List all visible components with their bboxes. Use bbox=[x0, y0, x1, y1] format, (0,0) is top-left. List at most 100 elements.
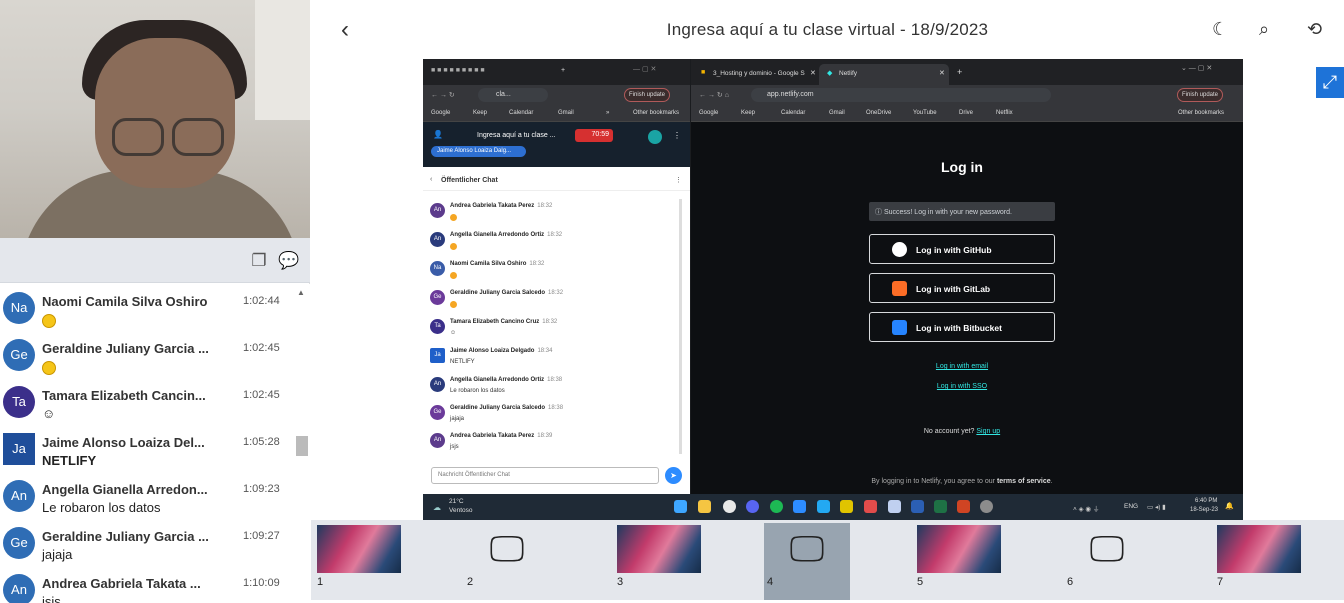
signup-link[interactable]: Sign up bbox=[976, 428, 1000, 435]
new-tab-icon-2[interactable]: + bbox=[957, 67, 962, 77]
login-gitlab-button[interactable]: Log in with GitLab bbox=[869, 273, 1055, 303]
chrome-icon[interactable] bbox=[723, 500, 736, 513]
message-time: 1:05:28 bbox=[243, 436, 280, 448]
rbookmark-google[interactable]: Google bbox=[699, 110, 718, 116]
tab-netlify[interactable]: ◆ Netlify ✕ bbox=[819, 64, 949, 85]
word-icon[interactable] bbox=[911, 500, 924, 513]
app-icon-light[interactable] bbox=[888, 500, 901, 513]
bookmark-gmail[interactable]: Gmail bbox=[558, 110, 574, 116]
spotify-icon[interactable] bbox=[770, 500, 783, 513]
windows-start-icon[interactable] bbox=[674, 500, 687, 513]
terms-note: By logging in to Netlify, you agree to o… bbox=[691, 478, 1233, 485]
login-sso-link[interactable]: Log in with SSO bbox=[691, 383, 1233, 390]
file-explorer-icon[interactable] bbox=[698, 500, 711, 513]
chat-back-icon[interactable]: ‹ bbox=[430, 176, 432, 183]
nav-arrows-icon[interactable]: ← → ↻ bbox=[431, 91, 455, 99]
scroll-up-arrow-icon[interactable]: ▲ bbox=[297, 288, 305, 297]
right-address-text: app.netlify.com bbox=[767, 91, 814, 98]
message-time: 1:09:27 bbox=[243, 530, 280, 542]
rbookmark-keep[interactable]: Keep bbox=[741, 110, 755, 116]
bookmark-more[interactable]: » bbox=[606, 110, 609, 116]
recording-badge[interactable]: 70:59 bbox=[575, 129, 613, 142]
search-icon[interactable]: ⌕ bbox=[1259, 19, 1269, 40]
terms-prefix: By logging in to Netlify, you agree to o… bbox=[871, 478, 995, 485]
tab-hosting[interactable]: ■ 3_Hosting y dominio - Google S ✕ bbox=[697, 64, 817, 85]
slide-thumbnail[interactable]: 🖵 4 bbox=[764, 523, 850, 600]
participants-icon[interactable]: 👤 bbox=[433, 130, 443, 139]
avatar: Ge bbox=[3, 527, 35, 559]
thumbnail-number: 7 bbox=[1217, 576, 1224, 588]
bookmark-calendar[interactable]: Calendar bbox=[509, 110, 533, 116]
bookmark-other[interactable]: Other bookmarks bbox=[633, 110, 679, 116]
zoom-chat-input[interactable]: Nachricht Öffentlicher Chat bbox=[431, 467, 659, 484]
zoom-author-name: Andrea Gabriela Takata Perez bbox=[450, 433, 535, 439]
excel-icon[interactable] bbox=[934, 500, 947, 513]
top-bar: ‹ Ingresa aquí a tu clase virtual - 18/9… bbox=[311, 0, 1344, 60]
chat-bubbles-icon[interactable]: 💬 bbox=[278, 250, 300, 272]
rbookmark-onedrive[interactable]: OneDrive bbox=[866, 110, 891, 116]
zoom-avatar: An bbox=[430, 377, 445, 392]
zoom-message-text bbox=[450, 301, 457, 310]
login-bitbucket-button[interactable]: Log in with Bitbucket bbox=[869, 312, 1055, 342]
login-github-button[interactable]: Log in with GitHub bbox=[869, 234, 1055, 264]
right-url-row: ← → ↻ ⌂ app.netlify.com Finish update bbox=[691, 85, 1243, 106]
app-icon-yellow[interactable] bbox=[840, 500, 853, 513]
acrobat-icon[interactable] bbox=[864, 500, 877, 513]
zoom-author-name: Naomi Camila Silva Oshiro bbox=[450, 261, 527, 267]
rbookmark-gmail[interactable]: Gmail bbox=[829, 110, 845, 116]
avatar: Ja bbox=[3, 433, 35, 465]
slide-thumbnail[interactable]: 7 bbox=[1214, 523, 1301, 594]
copy-icon[interactable]: ❐ bbox=[248, 250, 270, 272]
slide-thumbnail[interactable]: 1 bbox=[314, 523, 401, 594]
rotate-icon[interactable]: ⟲ bbox=[1307, 19, 1322, 40]
tab-close-icon[interactable]: ✕ bbox=[810, 69, 816, 77]
zoom-author-name: Angella Gianella Arredondo Ortiz bbox=[450, 232, 545, 238]
terms-link[interactable]: terms of service bbox=[997, 478, 1051, 485]
chat-scrollbar-thumb[interactable] bbox=[296, 436, 308, 456]
rbookmark-calendar[interactable]: Calendar bbox=[781, 110, 805, 116]
left-address-bar[interactable]: cla... bbox=[478, 88, 548, 102]
zoom-author-name: Geraldine Juliany Garcia Salcedo bbox=[450, 405, 546, 411]
more-menu-icon[interactable]: ⋮ bbox=[673, 131, 681, 140]
zoom-message-author: Andrea Gabriela Takata Perez 18:32 bbox=[450, 203, 552, 209]
tray-icons[interactable]: ˄ ◈ ◉ ⏚ bbox=[1073, 503, 1099, 513]
success-text: Success! Log in with your new password. bbox=[883, 209, 1012, 216]
settings-icon[interactable] bbox=[980, 500, 993, 513]
signal-icon bbox=[648, 130, 662, 144]
powerpoint-icon[interactable] bbox=[957, 500, 970, 513]
weather-desc: Ventoso bbox=[449, 507, 473, 514]
discord-icon[interactable] bbox=[746, 500, 759, 513]
fullscreen-icon[interactable]: ⤢ bbox=[1316, 67, 1344, 98]
window-controls-icon-2[interactable]: ⌄ — ▢ ✕ bbox=[1181, 64, 1212, 72]
bookmark-keep[interactable]: Keep bbox=[473, 110, 487, 116]
notification-bell-icon[interactable]: 🔔 bbox=[1225, 502, 1234, 510]
finish-update-button-2[interactable]: Finish update bbox=[1177, 88, 1224, 102]
zoom-chat-scrollbar[interactable] bbox=[679, 199, 682, 454]
rbookmark-netflix[interactable]: Netflix bbox=[996, 110, 1013, 116]
login-email-link[interactable]: Log in with email bbox=[691, 363, 1233, 370]
zoom-chat-message: Ja Jaime Alonso Loaiza Delgado 18:34 NETLIF… bbox=[430, 346, 675, 374]
rbookmark-other[interactable]: Other bookmarks bbox=[1178, 110, 1224, 116]
send-icon[interactable]: ➤ bbox=[665, 467, 682, 484]
bookmark-google[interactable]: Google bbox=[431, 110, 450, 116]
zoom-message-author: Naomi Camila Silva Oshiro 18:32 bbox=[450, 261, 544, 267]
slide-thumbnail[interactable]: 5 bbox=[914, 523, 1001, 594]
slide-thumbnail[interactable]: 🖵 2 bbox=[464, 523, 550, 594]
new-tab-icon[interactable]: + bbox=[561, 67, 565, 74]
right-address-bar[interactable]: app.netlify.com bbox=[751, 88, 1051, 102]
vscode-icon[interactable] bbox=[817, 500, 830, 513]
rbookmark-drive[interactable]: Drive bbox=[959, 110, 973, 116]
rbookmark-youtube[interactable]: YouTube bbox=[913, 110, 937, 116]
language-indicator[interactable]: ENG bbox=[1124, 503, 1138, 510]
finish-update-button[interactable]: Finish update bbox=[624, 88, 671, 102]
zoom-avatar: An bbox=[430, 203, 445, 218]
chat-menu-icon[interactable]: ⋮ bbox=[675, 176, 682, 184]
slide-thumbnail[interactable]: 🖵 6 bbox=[1064, 523, 1150, 594]
nav-arrows-icon-2[interactable]: ← → ↻ ⌂ bbox=[699, 91, 729, 99]
dark-mode-moon-icon[interactable]: ☾ bbox=[1212, 19, 1228, 40]
window-controls-icon[interactable]: — ▢ ✕ bbox=[633, 65, 656, 73]
slide-thumbnail[interactable]: 3 bbox=[614, 523, 701, 594]
network-sound-icon[interactable]: ▭ ◂) ▮ bbox=[1147, 503, 1166, 511]
zoom-icon[interactable] bbox=[793, 500, 806, 513]
tab-close-icon-2[interactable]: ✕ bbox=[939, 69, 945, 77]
